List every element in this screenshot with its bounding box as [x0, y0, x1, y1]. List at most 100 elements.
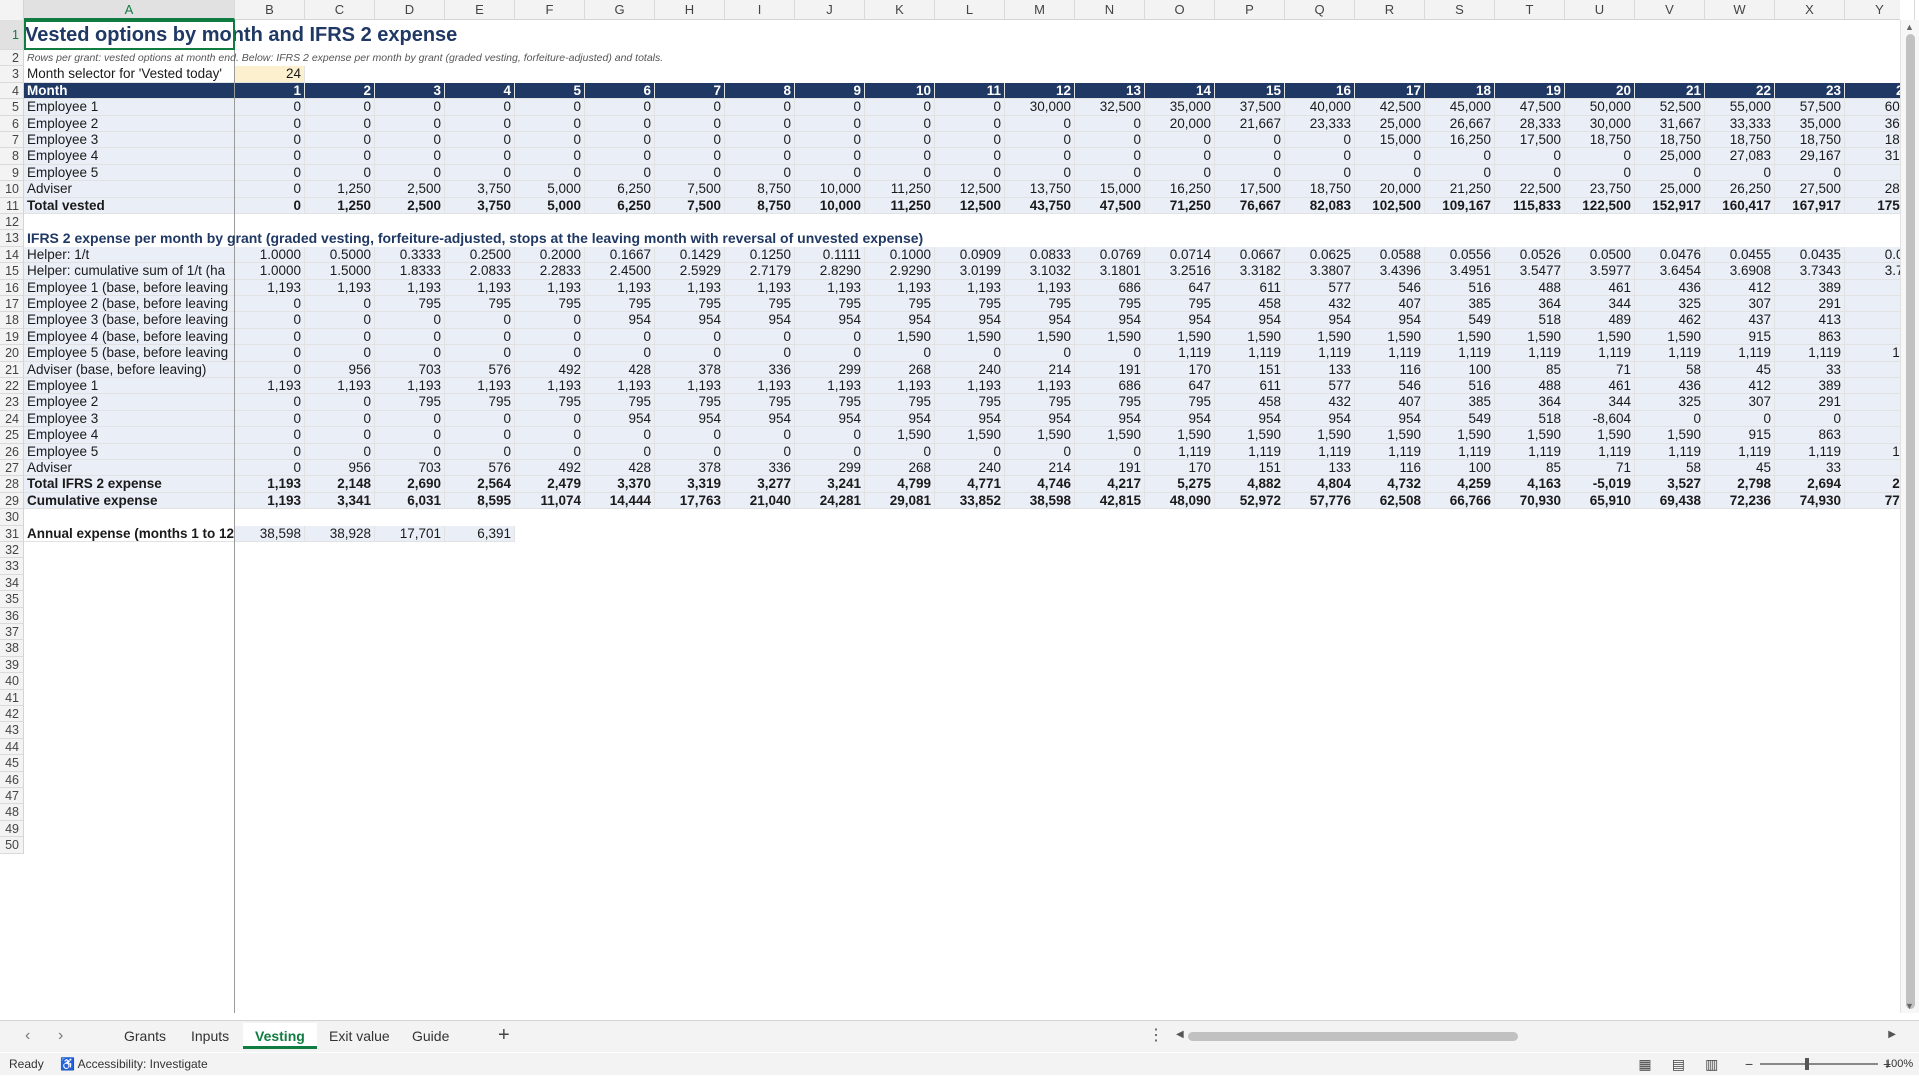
table-cell[interactable]: 1,590: [1285, 427, 1355, 444]
table-cell[interactable]: 0: [1495, 148, 1565, 165]
table-cell[interactable]: 191: [1075, 460, 1145, 477]
row-label[interactable]: Employee 1: [24, 99, 235, 116]
table-cell[interactable]: 1,193: [795, 378, 865, 395]
row-header-49[interactable]: 49: [0, 820, 24, 838]
month-header-cell[interactable]: 21: [1635, 82, 1705, 100]
table-cell[interactable]: 954: [1285, 410, 1355, 428]
table-cell[interactable]: 71,250: [1145, 197, 1215, 214]
month-header-cell[interactable]: 2: [305, 82, 375, 100]
table-cell[interactable]: 167,917: [1775, 197, 1845, 214]
table-cell[interactable]: 10,000: [795, 181, 865, 198]
table-cell[interactable]: 1,119: [1495, 345, 1565, 362]
table-cell[interactable]: 52,500: [1635, 99, 1705, 116]
month-header-cell[interactable]: 9: [795, 82, 865, 100]
row-header-17[interactable]: 17: [0, 296, 24, 313]
zoom-slider[interactable]: [1760, 1063, 1878, 1065]
table-cell[interactable]: 795: [1075, 394, 1145, 411]
table-cell[interactable]: 0: [445, 443, 515, 460]
table-cell[interactable]: 0.0769: [1075, 246, 1145, 264]
row-header-20[interactable]: 20: [0, 345, 24, 362]
table-cell[interactable]: 647: [1145, 279, 1215, 296]
table-cell[interactable]: 0: [1215, 148, 1285, 165]
table-cell[interactable]: 1,193: [235, 476, 305, 493]
table-cell[interactable]: 795: [1075, 296, 1145, 313]
table-cell[interactable]: 8,750: [725, 181, 795, 198]
table-cell[interactable]: 0.2500: [445, 246, 515, 264]
table-cell[interactable]: 17,500: [1215, 181, 1285, 198]
table-cell[interactable]: 954: [725, 410, 795, 428]
table-cell[interactable]: 0: [305, 328, 375, 346]
column-header-c[interactable]: C: [305, 0, 375, 20]
table-cell[interactable]: 7,500: [655, 197, 725, 214]
table-cell[interactable]: 0: [725, 99, 795, 116]
table-cell[interactable]: 2.7179: [725, 263, 795, 280]
table-cell[interactable]: 344: [1565, 296, 1635, 313]
table-cell[interactable]: 21,040: [725, 492, 795, 510]
table-cell[interactable]: 0: [445, 148, 515, 165]
annual-expense-cell[interactable]: 38,928: [305, 525, 375, 542]
table-cell[interactable]: 795: [1005, 394, 1075, 411]
table-cell[interactable]: 577: [1285, 378, 1355, 395]
table-cell[interactable]: 0: [935, 148, 1005, 165]
table-cell[interactable]: 133: [1285, 460, 1355, 477]
column-header-j[interactable]: J: [795, 0, 865, 20]
table-cell[interactable]: 795: [1145, 394, 1215, 411]
month-header-cell[interactable]: 1: [235, 82, 305, 100]
table-cell[interactable]: 3.3807: [1285, 263, 1355, 280]
table-cell[interactable]: 0: [865, 115, 935, 132]
table-cell[interactable]: 0: [865, 148, 935, 165]
normal-view-icon[interactable]: ▦: [1630, 1053, 1660, 1075]
table-cell[interactable]: 72,236: [1705, 492, 1775, 510]
table-cell[interactable]: 71: [1565, 460, 1635, 477]
table-cell[interactable]: 0: [445, 132, 515, 149]
row-header-32[interactable]: 32: [0, 542, 24, 559]
table-cell[interactable]: 3,750: [445, 181, 515, 198]
column-header-s[interactable]: S: [1425, 0, 1495, 20]
table-cell[interactable]: 0: [655, 99, 725, 116]
table-cell[interactable]: 45: [1705, 460, 1775, 477]
row-header-45[interactable]: 45: [0, 755, 24, 772]
table-cell[interactable]: 0: [515, 443, 585, 460]
table-cell[interactable]: 795: [445, 394, 515, 411]
table-cell[interactable]: 23,750: [1565, 181, 1635, 198]
table-cell[interactable]: 1,119: [1145, 443, 1215, 460]
table-cell[interactable]: 795: [865, 394, 935, 411]
table-cell[interactable]: 1,119: [1775, 443, 1845, 460]
page-layout-view-icon[interactable]: ▤: [1663, 1053, 1693, 1075]
table-cell[interactable]: 0: [1705, 410, 1775, 428]
table-cell[interactable]: 954: [1215, 312, 1285, 329]
table-cell[interactable]: 47,500: [1495, 99, 1565, 116]
table-cell[interactable]: 85: [1495, 361, 1565, 378]
table-cell[interactable]: 0: [305, 132, 375, 149]
annual-expense-cell[interactable]: 6,391: [445, 525, 515, 542]
row-header-43[interactable]: 43: [0, 722, 24, 739]
more-options-icon[interactable]: ⋮: [1148, 1025, 1164, 1045]
month-header-cell[interactable]: 10: [865, 82, 935, 100]
table-cell[interactable]: 1,590: [1565, 427, 1635, 444]
table-cell[interactable]: 407: [1355, 394, 1425, 411]
table-cell[interactable]: 0: [375, 427, 445, 444]
table-cell[interactable]: 12,500: [935, 197, 1005, 214]
scroll-right-icon[interactable]: ▶: [1888, 1029, 1896, 1040]
table-cell[interactable]: 0: [865, 345, 935, 362]
table-cell[interactable]: 1,119: [1775, 345, 1845, 362]
table-cell[interactable]: 4,259: [1425, 476, 1495, 493]
table-cell[interactable]: 954: [865, 312, 935, 329]
table-cell[interactable]: 0: [375, 345, 445, 362]
table-cell[interactable]: 1,119: [1495, 443, 1565, 460]
row-header-3[interactable]: 3: [0, 66, 24, 83]
row-label[interactable]: Employee 3: [24, 132, 235, 149]
table-cell[interactable]: 0: [445, 164, 515, 182]
table-cell[interactable]: 4,746: [1005, 476, 1075, 493]
table-cell[interactable]: 6,250: [585, 197, 655, 214]
row-label[interactable]: Helper: cumulative sum of 1/t (ha: [24, 263, 235, 280]
table-cell[interactable]: 0: [795, 427, 865, 444]
table-cell[interactable]: 336: [725, 361, 795, 378]
table-cell[interactable]: 0: [235, 296, 305, 313]
table-cell[interactable]: 2,500: [375, 197, 445, 214]
row-header-15[interactable]: 15: [0, 263, 24, 280]
column-header-m[interactable]: M: [1005, 0, 1075, 20]
table-cell[interactable]: 0: [1705, 164, 1775, 182]
table-cell[interactable]: 0: [655, 132, 725, 149]
table-cell[interactable]: 0: [235, 328, 305, 346]
